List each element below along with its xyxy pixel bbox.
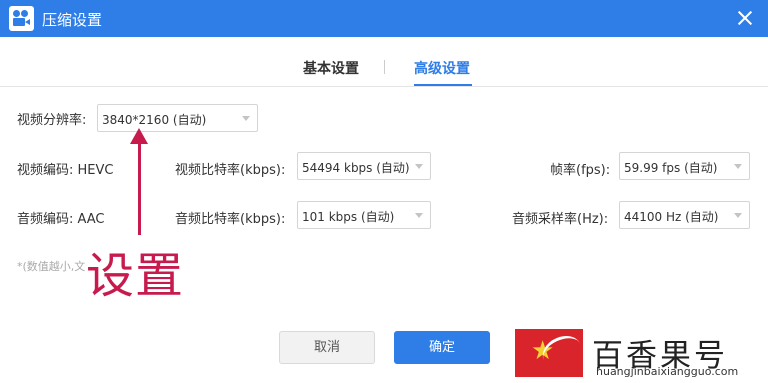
close-icon[interactable]: [734, 7, 756, 29]
hint-text: *(数值越小,文: [17, 260, 86, 273]
annotation-text: 设置: [86, 248, 185, 304]
annotation-arrow-shaft: [138, 142, 141, 235]
camera-app-icon: [9, 6, 34, 31]
video-bitrate-select[interactable]: 54494 kbps (自动): [297, 152, 431, 180]
audio-bitrate-value: 101 kbps (自动): [302, 210, 395, 224]
chevron-down-icon: [415, 213, 423, 218]
tab-advanced-settings[interactable]: 高级设置: [414, 58, 470, 78]
watermark-url: huangjinbaixiangguo.com: [596, 365, 739, 378]
audio-samplerate-select[interactable]: 44100 Hz (自动): [619, 201, 750, 229]
fps-value: 59.99 fps (自动): [624, 161, 718, 175]
watermark-logo: ★: [515, 329, 583, 377]
video-bitrate-value: 54494 kbps (自动): [302, 161, 410, 175]
fps-select[interactable]: 59.99 fps (自动): [619, 152, 750, 180]
tab-divider: [0, 86, 768, 87]
video-resolution-select[interactable]: 3840*2160 (自动): [97, 104, 258, 132]
audio-codec-label: 音频编码: AAC: [17, 212, 105, 227]
audio-bitrate-label: 音频比特率(kbps):: [175, 212, 286, 227]
cancel-button[interactable]: 取消: [279, 331, 375, 364]
chevron-down-icon: [242, 116, 250, 121]
video-resolution-label: 视频分辨率:: [17, 113, 87, 128]
video-codec-label: 视频编码: HEVC: [17, 163, 114, 178]
tab-separator: [384, 60, 385, 74]
video-resolution-value: 3840*2160 (自动): [102, 113, 207, 127]
window-title: 压缩设置: [42, 11, 103, 29]
audio-bitrate-select[interactable]: 101 kbps (自动): [297, 201, 431, 229]
confirm-button[interactable]: 确定: [394, 331, 490, 364]
chevron-down-icon: [734, 164, 742, 169]
video-bitrate-label: 视频比特率(kbps):: [175, 163, 286, 178]
audio-samplerate-label: 音频采样率(Hz):: [512, 212, 609, 227]
chevron-down-icon: [734, 213, 742, 218]
tab-basic-settings[interactable]: 基本设置: [303, 58, 359, 78]
chevron-down-icon: [415, 164, 423, 169]
fps-label: 帧率(fps):: [550, 163, 611, 178]
title-bar: 压缩设置: [0, 0, 768, 37]
audio-samplerate-value: 44100 Hz (自动): [624, 210, 719, 224]
